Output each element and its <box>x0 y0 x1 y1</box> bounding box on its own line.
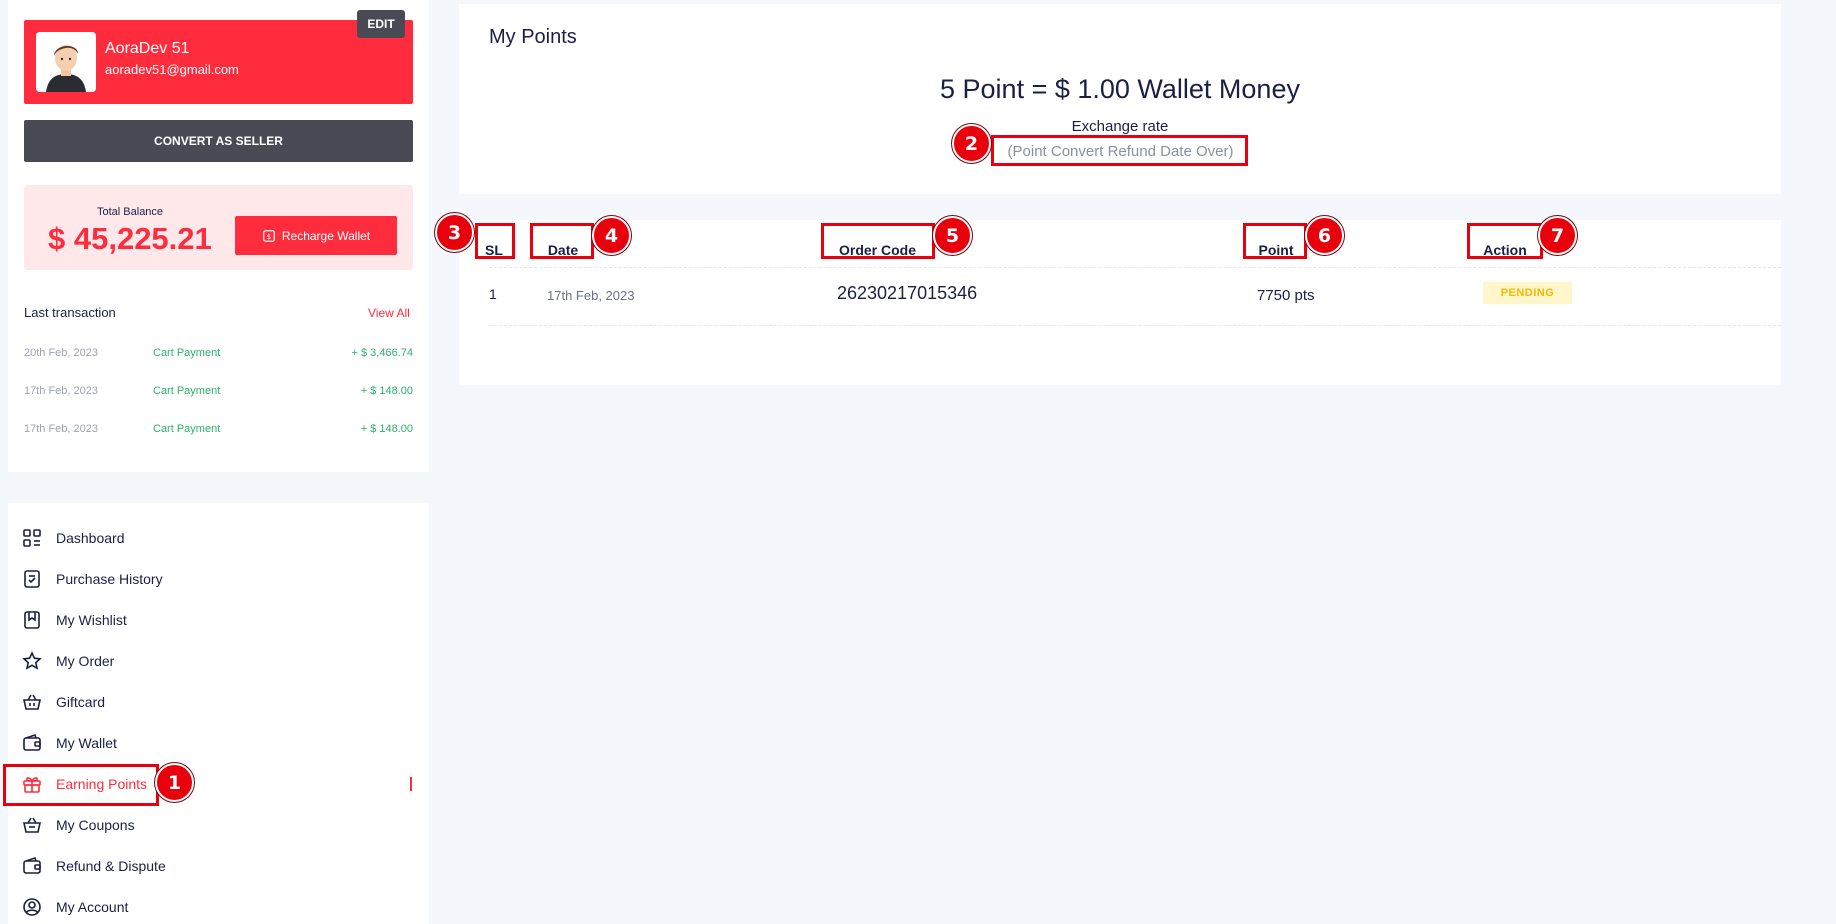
annotation-box-4 <box>530 223 594 259</box>
transaction-type: Cart Payment <box>153 385 221 397</box>
annotation-marker-7: 7 <box>1538 216 1577 255</box>
avatar <box>36 32 96 92</box>
transaction-date: 17th Feb, 2023 <box>24 385 99 397</box>
table-divider <box>489 267 1781 268</box>
annotation-marker-1: 1 <box>155 763 194 802</box>
balance-value: $ 45,225.21 <box>48 221 212 256</box>
wallet-icon <box>23 856 41 874</box>
sidebar-item-my-account[interactable]: My Account <box>22 896 128 918</box>
transaction-amount: + $ 148.00 <box>360 385 413 397</box>
sidebar-item-label: My Order <box>56 653 115 669</box>
active-indicator <box>410 777 412 791</box>
exchange-rate-label: Exchange rate <box>1071 118 1169 135</box>
user-circle-icon <box>23 898 41 916</box>
transaction-row: 17th Feb, 2023 Cart Payment + $ 148.00 <box>24 385 413 401</box>
basket-icon <box>23 694 41 710</box>
sidebar-item-refund-dispute[interactable]: Refund & Dispute <box>22 855 166 877</box>
receipt-icon <box>24 570 40 588</box>
transaction-amount: + $ 3,466.74 <box>351 347 413 359</box>
cell-order-code[interactable]: 26230217015346 <box>837 283 977 304</box>
exchange-rate-value: 5 Point = $ 1.00 Wallet Money <box>940 74 1300 104</box>
annotation-box-5 <box>821 223 935 259</box>
sidebar-item-my-coupons[interactable]: My Coupons <box>22 814 135 836</box>
annotation-marker-4: 4 <box>592 216 631 255</box>
sidebar-item-purchase-history[interactable]: Purchase History <box>22 568 163 590</box>
sidebar-item-label: My Wallet <box>56 735 117 751</box>
balance-card: Total Balance $ 45,225.21 $ Recharge Wal… <box>24 185 413 270</box>
transaction-date: 20th Feb, 2023 <box>24 347 99 359</box>
edit-profile-button[interactable]: EDIT <box>357 10 405 38</box>
profile-name: AoraDev 51 <box>105 40 190 57</box>
annotation-box-7 <box>1467 223 1543 259</box>
annotation-marker-5: 5 <box>933 216 972 255</box>
annotation-box-2 <box>991 135 1248 166</box>
annotation-box-1 <box>3 764 159 806</box>
points-table: SL Date Order Code Point Action 1 17th F… <box>459 220 1781 385</box>
coupon-icon <box>23 817 41 833</box>
recharge-wallet-button[interactable]: $ Recharge Wallet <box>235 216 397 255</box>
profile-email: aoradev51@gmail.com <box>105 62 239 77</box>
transaction-row: 20th Feb, 2023 Cart Payment + $ 3,466.74 <box>24 347 413 363</box>
sidebar-item-dashboard[interactable]: Dashboard <box>22 527 125 549</box>
balance-label: Total Balance <box>97 206 164 218</box>
sidebar-item-label: My Coupons <box>56 817 135 833</box>
annotation-marker-3: 3 <box>435 213 474 252</box>
bookmark-icon <box>24 611 40 629</box>
star-icon <box>22 651 42 670</box>
recharge-wallet-label: Recharge Wallet <box>281 228 371 243</box>
cell-point: 7750 pts <box>1257 287 1315 304</box>
sidebar-item-label: Refund & Dispute <box>56 858 166 874</box>
annotation-box-3 <box>475 223 515 259</box>
sidebar-item-label: Giftcard <box>56 694 106 710</box>
transaction-type: Cart Payment <box>153 423 221 435</box>
view-all-link[interactable]: View All <box>368 306 410 320</box>
sidebar-item-label: Purchase History <box>56 571 163 587</box>
status-badge: PENDING <box>1483 282 1572 304</box>
annotation-box-6 <box>1243 223 1307 259</box>
dashboard-icon <box>23 529 41 547</box>
annotation-marker-6: 6 <box>1305 216 1344 255</box>
svg-text:$: $ <box>267 233 271 241</box>
sidebar-item-label: My Wishlist <box>56 612 127 628</box>
table-divider <box>489 325 1781 326</box>
wallet-icon <box>23 733 41 751</box>
convert-as-seller-button[interactable]: CONVERT AS SELLER <box>24 120 413 162</box>
transaction-amount: + $ 148.00 <box>360 423 413 435</box>
profile-card: AoraDev 51 aoradev51@gmail.com <box>24 20 413 104</box>
sidebar-item-my-wishlist[interactable]: My Wishlist <box>22 609 127 631</box>
last-transaction-title: Last transaction <box>24 305 116 320</box>
sidebar-item-my-order[interactable]: My Order <box>22 650 114 672</box>
cell-sl: 1 <box>489 286 497 302</box>
page-title: My Points <box>489 26 577 48</box>
sidebar-item-my-wallet[interactable]: My Wallet <box>22 732 117 754</box>
transaction-row: 17th Feb, 2023 Cart Payment + $ 148.00 <box>24 423 413 439</box>
user-avatar-icon <box>36 32 96 92</box>
sidebar-item-label: Dashboard <box>56 530 125 546</box>
cell-date: 17th Feb, 2023 <box>547 288 635 303</box>
annotation-marker-2: 2 <box>952 124 991 163</box>
sidebar-item-label: My Account <box>56 899 129 915</box>
wallet-icon: $ <box>263 229 275 242</box>
transaction-date: 17th Feb, 2023 <box>24 423 99 435</box>
transaction-type: Cart Payment <box>153 347 221 359</box>
sidebar-item-giftcard[interactable]: Giftcard <box>22 691 105 713</box>
